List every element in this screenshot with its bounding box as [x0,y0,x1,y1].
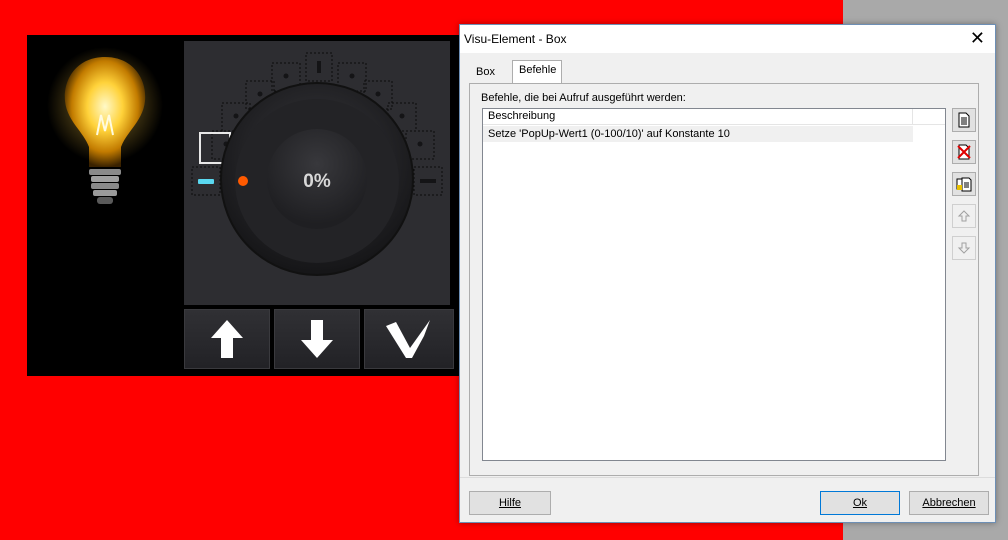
dimmer-dial-area: 0% [184,41,450,305]
confirm-button[interactable] [364,309,454,369]
edit-command-button[interactable] [952,172,976,196]
dimmer-dial[interactable]: 0% [184,41,450,305]
edit-icon [956,177,972,192]
move-up-icon [957,210,971,222]
column-header-beschreibung[interactable]: Beschreibung [483,109,913,125]
help-button[interactable]: Hilfe [469,491,551,515]
section-label: Befehle, die bei Aufruf ausgeführt werde… [481,92,686,104]
ok-button[interactable]: Ok [820,491,900,515]
cancel-button[interactable]: Abbrechen [909,491,989,515]
dialog-titlebar: Visu-Element - Box ✕ [460,25,995,53]
close-icon[interactable]: ✕ [970,28,985,48]
light-bulb-area [27,35,183,376]
befehle-tab-page: Befehle, die bei Aufruf ausgeführt werde… [469,83,979,476]
dialog-title: Visu-Element - Box [464,32,567,46]
visu-element-dialog: Visu-Element - Box ✕ Box Befehle Befehle… [459,24,996,523]
down-arrow-button[interactable] [274,309,360,369]
move-up-button[interactable] [952,204,976,228]
percent-label: 0% [303,171,331,192]
commands-list[interactable]: Beschreibung Setze 'PopUp-Wert1 (0-100/1… [482,108,946,461]
move-down-icon [957,242,971,254]
dimmer-panel: 0% [27,35,460,376]
delete-command-button[interactable] [952,140,976,164]
new-command-button[interactable] [952,108,976,132]
new-document-icon [958,112,970,128]
tab-box[interactable]: Box [470,63,514,83]
footer-divider [460,477,995,478]
tab-befehle[interactable]: Befehle [512,60,562,84]
list-item[interactable]: Setze 'PopUp-Wert1 (0-100/10)' auf Konst… [483,126,913,142]
min-indicator [198,179,214,184]
level-indicator-dot [238,176,248,186]
arrow-down-icon [301,320,333,358]
checkmark-icon [386,320,430,358]
column-header-filler [913,109,945,125]
arrow-up-icon [211,320,243,358]
light-bulb-icon [47,47,163,204]
delete-icon [957,144,971,160]
dimmer-button-row [184,309,460,369]
move-down-button[interactable] [952,236,976,260]
up-arrow-button[interactable] [184,309,270,369]
